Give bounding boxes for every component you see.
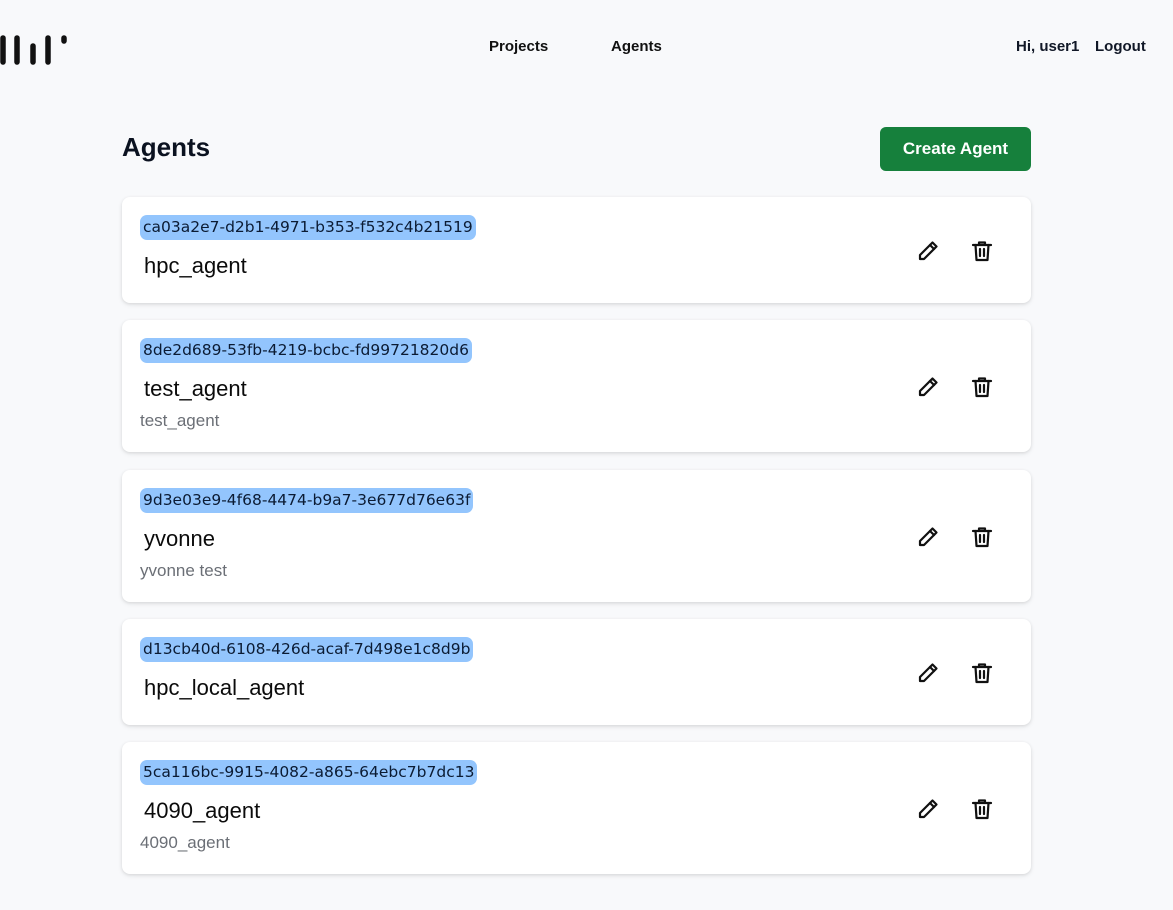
- agent-id: 8de2d689-53fb-4219-bcbc-fd99721820d6: [140, 338, 472, 363]
- top-navigation-bar: Projects Agents Hi, user1 Logout: [0, 0, 1173, 96]
- user-greeting: Hi, user1: [1016, 38, 1080, 55]
- nav-agents-link[interactable]: Agents: [611, 38, 662, 55]
- pencil-icon[interactable]: [914, 373, 942, 401]
- create-agent-button[interactable]: Create Agent: [880, 127, 1031, 171]
- trash-icon[interactable]: [968, 523, 996, 551]
- agent-name: hpc_local_agent: [144, 675, 305, 700]
- agent-description: yvonne test: [140, 561, 227, 580]
- pencil-icon[interactable]: [914, 659, 942, 687]
- pencil-icon[interactable]: [914, 523, 942, 551]
- trash-icon[interactable]: [968, 659, 996, 687]
- trash-icon[interactable]: [968, 795, 996, 823]
- pencil-icon[interactable]: [914, 795, 942, 823]
- brand-logo-icon[interactable]: [0, 32, 70, 68]
- trash-icon[interactable]: [968, 237, 996, 265]
- agent-id: d13cb40d-6108-426d-acaf-7d498e1c8d9b: [140, 637, 474, 662]
- agent-card[interactable]: ca03a2e7-d2b1-4971-b353-f532c4b21519 hpc_…: [122, 197, 1031, 303]
- agent-card[interactable]: d13cb40d-6108-426d-acaf-7d498e1c8d9b hpc_…: [122, 619, 1031, 725]
- agent-card[interactable]: 9d3e03e9-4f68-4474-b9a7-3e677d76e63f yvon…: [122, 470, 1031, 602]
- agent-name: yvonne: [144, 526, 215, 551]
- page-title: Agents: [122, 132, 211, 162]
- logout-link[interactable]: Logout: [1095, 38, 1146, 55]
- agent-id: 9d3e03e9-4f68-4474-b9a7-3e677d76e63f: [140, 488, 474, 513]
- pencil-icon[interactable]: [914, 237, 942, 265]
- agent-id: ca03a2e7-d2b1-4971-b353-f532c4b21519: [140, 215, 476, 240]
- agent-description: 4090_agent: [140, 833, 230, 852]
- agent-card[interactable]: 5ca116bc-9915-4082-a865-64ebc7b7dc13 4090…: [122, 742, 1031, 874]
- agent-name: hpc_agent: [144, 253, 247, 278]
- agent-name: 4090_agent: [144, 798, 261, 823]
- agent-name: test_agent: [144, 376, 247, 401]
- nav-projects-link[interactable]: Projects: [489, 38, 548, 55]
- trash-icon[interactable]: [968, 373, 996, 401]
- agent-card[interactable]: 8de2d689-53fb-4219-bcbc-fd99721820d6 test…: [122, 320, 1031, 452]
- agent-description: test_agent: [140, 411, 220, 430]
- agent-id: 5ca116bc-9915-4082-a865-64ebc7b7dc13: [140, 760, 478, 785]
